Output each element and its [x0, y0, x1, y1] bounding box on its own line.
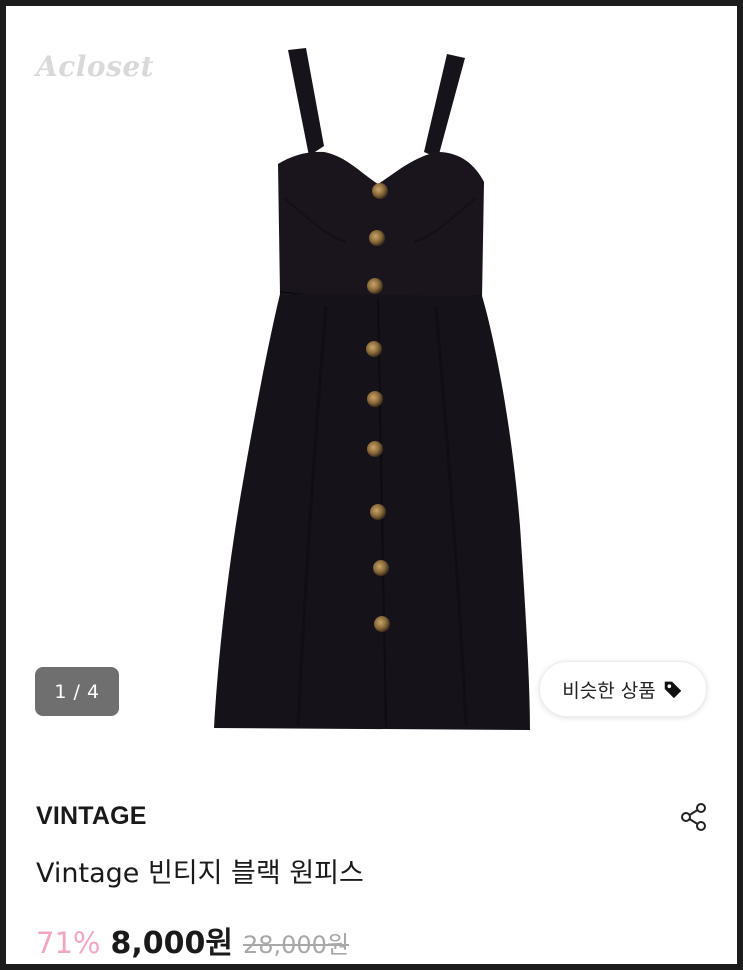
original-price: 28,000원	[242, 931, 350, 959]
brand-name[interactable]: VINTAGE	[36, 802, 147, 831]
tag-icon	[662, 678, 684, 700]
product-image-carousel[interactable]: Acloset 1 / 4 비슷한 상품	[6, 6, 737, 776]
similar-products-button[interactable]: 비슷한 상품	[539, 661, 707, 717]
discount-rate: 71%	[36, 926, 101, 960]
image-pager: 1 / 4	[35, 667, 119, 716]
product-detail-screen: Acloset 1 / 4 비슷한 상품 VINTAGE Vintage 빈티지…	[0, 0, 743, 970]
watermark-logo: Acloset	[36, 50, 155, 83]
share-icon[interactable]	[678, 801, 710, 833]
similar-products-label: 비슷한 상품	[562, 679, 656, 702]
product-title: Vintage 빈티지 블랙 원피스	[36, 858, 364, 889]
price-row: 71% 8,000원 28,000원	[36, 918, 349, 962]
sale-price: 8,000원	[110, 926, 233, 961]
